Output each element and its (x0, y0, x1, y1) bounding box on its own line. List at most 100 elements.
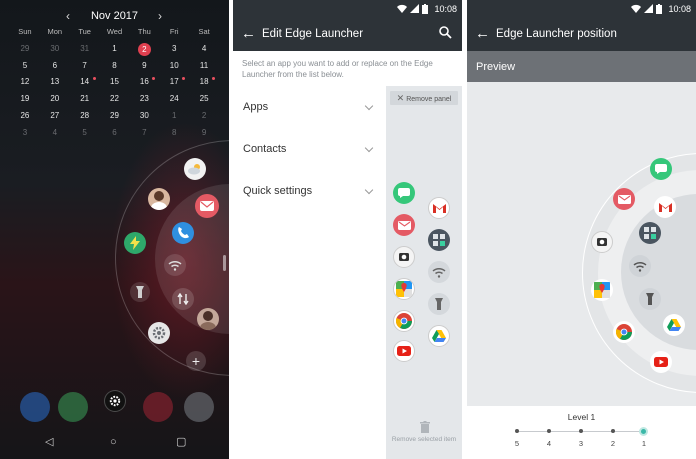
calendar-day[interactable]: 6 (100, 125, 130, 142)
calendar-day[interactable]: 30 (40, 41, 70, 58)
flashlight-toggle-icon[interactable] (130, 282, 150, 302)
calendar-day[interactable]: 5 (70, 125, 100, 142)
calendar-day[interactable]: 11 (189, 58, 219, 75)
calendar-day[interactable]: 4 (189, 41, 219, 58)
drive-app-icon[interactable] (428, 325, 450, 347)
calendar-day[interactable]: 4 (40, 125, 70, 142)
messages-app-icon (650, 158, 672, 180)
calendar-day[interactable]: 12 (10, 74, 40, 91)
category-apps[interactable]: Apps (233, 86, 386, 128)
contact-avatar-icon[interactable] (148, 188, 170, 210)
calendar-day[interactable]: 7 (70, 58, 100, 75)
prev-month-button[interactable]: ‹ (66, 9, 70, 23)
data-sync-toggle-icon[interactable] (172, 288, 194, 310)
calculator-app-icon[interactable] (428, 229, 450, 251)
calendar-day[interactable]: 25 (189, 91, 219, 108)
calendar-day-event[interactable]: 16 (129, 74, 159, 91)
launcher-settings-icon[interactable] (104, 390, 126, 412)
calendar-day[interactable]: 2 (189, 108, 219, 125)
settings-gear-icon[interactable] (148, 322, 170, 344)
calendar-day[interactable]: 10 (159, 58, 189, 75)
flashlight-toggle-icon[interactable] (428, 293, 450, 315)
gmail-app-icon[interactable] (428, 197, 450, 219)
messages-app-icon[interactable] (393, 182, 415, 204)
add-app-button[interactable]: + (186, 351, 206, 371)
calendar-day[interactable]: 23 (129, 91, 159, 108)
status-bar: 10:08 (467, 0, 696, 18)
wifi-toggle-icon[interactable] (428, 261, 450, 283)
calendar-day[interactable]: 20 (40, 91, 70, 108)
category-label: Apps (243, 101, 269, 113)
nav-back-button[interactable]: ◁ (45, 435, 53, 449)
next-month-button[interactable]: › (158, 9, 162, 23)
level-selector: Level 1 5 4 3 2 1 (467, 406, 696, 459)
calendar-day[interactable]: 7 (129, 125, 159, 142)
calendar-day[interactable]: 8 (100, 58, 130, 75)
dock-app-icon[interactable] (184, 392, 214, 422)
category-quick-settings[interactable]: Quick settings (233, 170, 386, 212)
camera-app-icon[interactable] (393, 246, 415, 268)
level-tick-label: 1 (641, 439, 647, 448)
phone-app-icon[interactable] (172, 222, 194, 244)
remove-panel-button[interactable]: ✕ Remove panel (390, 91, 458, 105)
calendar-day[interactable]: 27 (40, 108, 70, 125)
level-stop-4[interactable] (547, 429, 551, 433)
back-arrow-icon[interactable]: ← (475, 25, 490, 43)
calendar-day[interactable]: 19 (10, 91, 40, 108)
chrome-app-icon[interactable] (393, 310, 415, 332)
maps-app-icon[interactable] (393, 278, 415, 300)
calendar-month: Nov 2017 (90, 10, 139, 22)
youtube-app-icon[interactable] (393, 340, 415, 362)
mail-app-icon[interactable] (393, 214, 415, 236)
calendar-day[interactable]: 3 (10, 125, 40, 142)
back-arrow-icon[interactable]: ← (241, 25, 256, 43)
nav-home-button[interactable]: ○ (110, 435, 117, 449)
calendar-week: 3 4 5 6 7 8 9 (10, 125, 219, 142)
calendar-day[interactable]: 9 (189, 125, 219, 142)
calendar-day[interactable]: 8 (159, 125, 189, 142)
edge-launcher-handle[interactable] (223, 255, 226, 271)
boost-app-icon[interactable] (124, 232, 146, 254)
status-icons (631, 4, 662, 14)
messages-app-icon[interactable] (195, 194, 219, 218)
calendar-day-today[interactable]: 2 (129, 41, 159, 58)
calendar-day[interactable]: 15 (100, 74, 130, 91)
calendar-day[interactable]: 26 (10, 108, 40, 125)
calendar-day[interactable]: 22 (100, 91, 130, 108)
calendar-day[interactable]: 29 (100, 108, 130, 125)
category-contacts[interactable]: Contacts (233, 128, 386, 170)
calendar-day[interactable]: 9 (129, 58, 159, 75)
level-slider-thumb[interactable] (639, 426, 648, 436)
dock-app-icon[interactable] (143, 392, 173, 422)
calendar-day[interactable]: 31 (70, 41, 100, 58)
dock-app-icon[interactable] (58, 392, 88, 422)
screenshot-collage: Nov 2017 ‹ › Sun Mon Tue Wed Thu Fri Sat… (0, 0, 696, 459)
level-stop-2[interactable] (611, 429, 615, 433)
calendar-day-event[interactable]: 17 (159, 74, 189, 91)
calendar-day[interactable]: 29 (10, 41, 40, 58)
wifi-toggle-icon[interactable] (164, 254, 186, 276)
calendar-grid: Sun Mon Tue Wed Thu Fri Sat 29 30 31 1 2… (10, 24, 219, 142)
calendar-day[interactable]: 1 (159, 108, 189, 125)
calendar-day[interactable]: 28 (70, 108, 100, 125)
calendar-week: 5 6 7 8 9 10 11 (10, 58, 219, 75)
calendar-day[interactable]: 3 (159, 41, 189, 58)
remove-panel-label: Remove panel (406, 96, 452, 103)
calendar-day[interactable]: 6 (40, 58, 70, 75)
calendar-day-event[interactable]: 14 (70, 74, 100, 91)
nav-recents-button[interactable]: ▢ (176, 435, 186, 449)
calendar-day[interactable]: 21 (70, 91, 100, 108)
calendar-day[interactable]: 13 (40, 74, 70, 91)
calendar-day[interactable]: 5 (10, 58, 40, 75)
level-stop-3[interactable] (579, 429, 583, 433)
remove-selected-item-button[interactable]: Remove selected item (390, 436, 458, 444)
contact-avatar-icon[interactable] (197, 308, 219, 330)
calendar-day-event[interactable]: 18 (189, 74, 219, 91)
calendar-day[interactable]: 24 (159, 91, 189, 108)
level-stop-5[interactable] (515, 429, 519, 433)
search-icon[interactable] (439, 26, 452, 44)
calendar-day[interactable]: 30 (129, 108, 159, 125)
dock-app-icon[interactable] (20, 392, 50, 422)
calendar-day[interactable]: 1 (100, 41, 130, 58)
weather-app-icon[interactable] (184, 158, 206, 180)
